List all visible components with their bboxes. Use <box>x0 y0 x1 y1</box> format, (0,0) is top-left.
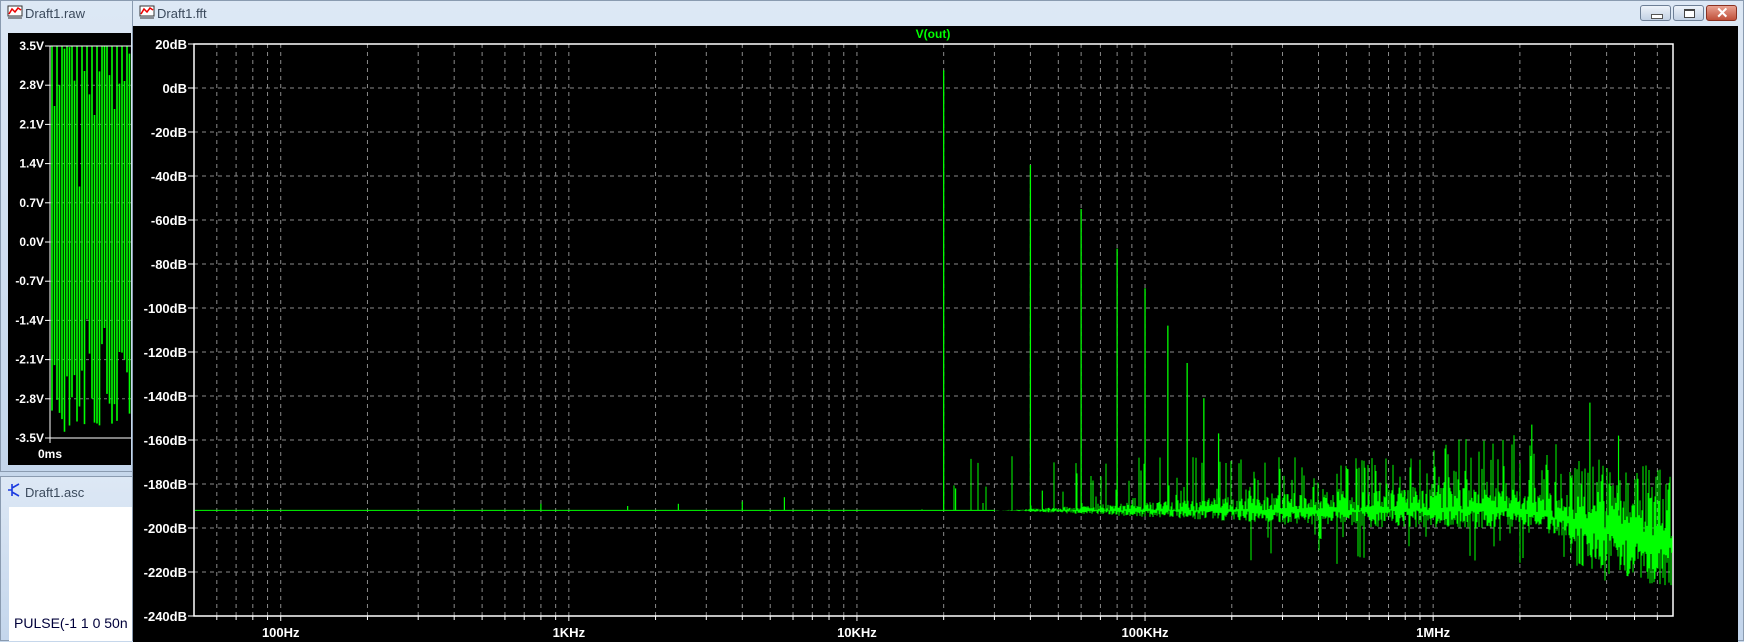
x-tick-label: 1KHz <box>553 625 586 640</box>
y-tick-label: -240dB <box>144 609 187 624</box>
y-tick-label: -200dB <box>144 521 187 536</box>
y-tick-label: 0dB <box>162 81 187 96</box>
fft-chart: V(out) 20dB 0dB -20dB -40dB -60dB -80dB -100dB… <box>144 27 1674 640</box>
y-tick-label: -140dB <box>144 389 187 404</box>
y-tick-label: -60dB <box>151 213 187 228</box>
y-tick-label: 20dB <box>155 37 187 52</box>
spectrum-trace <box>195 435 1673 586</box>
y-tick-label: -120dB <box>144 345 187 360</box>
x-tick-label: 100KHz <box>1122 625 1169 640</box>
x-tick-label: 10KHz <box>837 625 877 640</box>
y-tick-label: -80dB <box>151 257 187 272</box>
y-tick-label: -40dB <box>151 169 187 184</box>
y-tick-label: -160dB <box>144 433 187 448</box>
x-tick-label: 1MHz <box>1416 625 1450 640</box>
y-tick-label: -100dB <box>144 301 187 316</box>
y-tick-label: -220dB <box>144 565 187 580</box>
plot-frame <box>193 43 1674 617</box>
y-tick-label: -20dB <box>151 125 187 140</box>
y-tick-label: -180dB <box>144 477 187 492</box>
chart-title: V(out) <box>916 27 951 41</box>
x-tick-label: 100Hz <box>262 625 300 640</box>
